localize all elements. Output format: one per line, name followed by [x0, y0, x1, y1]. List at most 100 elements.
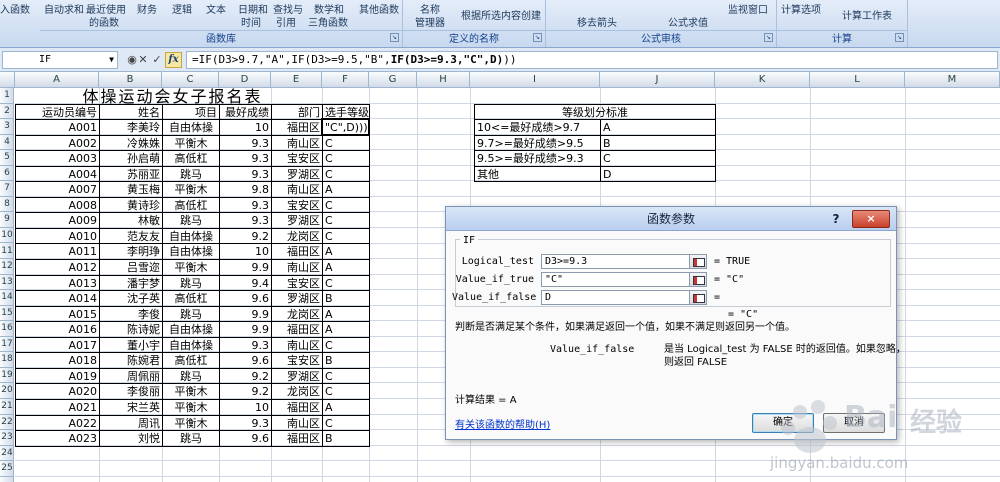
dialog-titlebar[interactable]: 函数参数 ? ×: [446, 207, 896, 231]
table-cell[interactable]: 高低杠: [163, 291, 220, 307]
table-cell[interactable]: A012: [16, 260, 100, 276]
row-header[interactable]: 10: [0, 228, 14, 244]
table-cell[interactable]: 潘宇梦: [100, 275, 163, 292]
grade-condition-cell[interactable]: 9.7>=最好成绩>9.5: [475, 135, 601, 152]
table-cell[interactable]: 南山区: [272, 182, 323, 198]
table-cell[interactable]: A021: [16, 399, 100, 416]
table-cell[interactable]: A008: [16, 197, 100, 214]
grade-condition-cell[interactable]: 9.5>=最好成绩>9.3: [475, 151, 601, 167]
collapse-dialog-icon[interactable]: [689, 272, 707, 287]
table-cell[interactable]: 平衡木: [163, 182, 220, 198]
table-cell[interactable]: 苏丽亚: [100, 166, 163, 183]
table-cell[interactable]: 9.9: [220, 306, 272, 323]
table-cell[interactable]: A013: [16, 275, 100, 292]
table-cell[interactable]: 南山区: [272, 260, 323, 276]
table-cell[interactable]: 南山区: [272, 135, 323, 152]
table-cell[interactable]: A004: [16, 166, 100, 183]
table-cell[interactable]: 自由体操: [163, 120, 220, 136]
table-cell[interactable]: 10: [220, 244, 272, 261]
column-header[interactable]: L: [810, 72, 905, 88]
row-header[interactable]: 6: [0, 166, 14, 182]
column-header[interactable]: F: [322, 72, 369, 88]
ribbon-item[interactable]: 计算工作表: [842, 7, 892, 22]
ribbon-item[interactable]: 自动求和: [44, 1, 84, 16]
row-header[interactable]: 20: [0, 383, 14, 399]
column-header[interactable]: E: [271, 72, 322, 88]
table-cell[interactable]: C: [323, 197, 370, 214]
function-help-link[interactable]: 有关该函数的帮助(H): [455, 416, 550, 431]
grade-condition-cell[interactable]: 10<=最好成绩>9.7: [475, 120, 601, 136]
row-header[interactable]: 9: [0, 212, 14, 228]
row-header[interactable]: 7: [0, 181, 14, 197]
table-cell[interactable]: A020: [16, 384, 100, 400]
table-cell[interactable]: 高低杠: [163, 151, 220, 167]
table-cell[interactable]: 9.3: [220, 415, 272, 432]
table-cell[interactable]: 跳马: [163, 368, 220, 385]
table-header-cell[interactable]: 运动员编号: [16, 104, 100, 121]
table-cell[interactable]: C: [323, 213, 370, 229]
ribbon-item[interactable]: 引用: [276, 14, 296, 29]
table-cell[interactable]: 周讯: [100, 415, 163, 432]
column-header[interactable]: G: [369, 72, 417, 88]
ribbon-item[interactable]: 计算选项: [781, 1, 821, 16]
table-cell[interactable]: 9.3: [220, 213, 272, 229]
column-header[interactable]: I: [470, 72, 600, 88]
table-cell[interactable]: 平衡木: [163, 415, 220, 432]
table-cell[interactable]: A011: [16, 244, 100, 261]
row-header[interactable]: 1: [0, 88, 14, 104]
row-header[interactable]: 15: [0, 306, 14, 322]
table-cell[interactable]: 跳马: [163, 306, 220, 323]
column-header[interactable]: B: [99, 72, 162, 88]
table-cell[interactable]: 李明琤: [100, 244, 163, 261]
row-header[interactable]: 12: [0, 259, 14, 275]
grade-letter-cell[interactable]: A: [601, 120, 716, 136]
table-cell[interactable]: A003: [16, 151, 100, 167]
insert-function-icon[interactable]: fx: [165, 52, 182, 68]
table-cell[interactable]: 宝安区: [272, 151, 323, 167]
table-cell[interactable]: 平衡木: [163, 135, 220, 152]
table-cell[interactable]: A: [323, 306, 370, 323]
row-header[interactable]: 5: [0, 150, 14, 166]
table-cell[interactable]: 周佩丽: [100, 368, 163, 385]
dialog-launcher-icon[interactable]: ↘: [390, 33, 399, 42]
argument-input[interactable]: D: [541, 290, 691, 305]
table-cell[interactable]: 宝安区: [272, 197, 323, 214]
ribbon-item[interactable]: 其他函数: [359, 1, 399, 16]
table-cell[interactable]: C: [323, 275, 370, 292]
table-cell[interactable]: 平衡木: [163, 260, 220, 276]
ribbon-item[interactable]: 入函数: [0, 1, 30, 16]
table-cell[interactable]: 龙岗区: [272, 306, 323, 323]
table-cell[interactable]: 高低杠: [163, 197, 220, 214]
table-cell[interactable]: A007: [16, 182, 100, 198]
table-cell[interactable]: 陈诗妮: [100, 322, 163, 338]
table-cell[interactable]: 罗湖区: [272, 291, 323, 307]
ribbon-item[interactable]: 监视窗口: [728, 1, 768, 16]
table-cell[interactable]: 跳马: [163, 166, 220, 183]
table-cell[interactable]: A018: [16, 353, 100, 369]
close-button[interactable]: ×: [852, 210, 890, 228]
table-cell[interactable]: A015: [16, 306, 100, 323]
column-header[interactable]: A: [15, 72, 99, 88]
table-cell[interactable]: 9.6: [220, 431, 272, 447]
table-cell[interactable]: 孙启萌: [100, 151, 163, 167]
table-cell[interactable]: 福田区: [272, 244, 323, 261]
table-cell[interactable]: 9.3: [220, 151, 272, 167]
table-header-cell[interactable]: 项目: [163, 104, 220, 121]
ribbon-item[interactable]: 文本: [206, 1, 226, 16]
row-header[interactable]: 17: [0, 337, 14, 353]
table-cell[interactable]: C: [323, 166, 370, 183]
table-cell[interactable]: 自由体操: [163, 322, 220, 338]
table-cell[interactable]: 9.3: [220, 197, 272, 214]
table-cell[interactable]: 陈婉君: [100, 353, 163, 369]
row-header[interactable]: 2: [0, 104, 14, 120]
table-cell[interactable]: A: [323, 244, 370, 261]
grade-condition-cell[interactable]: 其他: [475, 166, 601, 183]
row-header[interactable]: 18: [0, 352, 14, 368]
table-cell[interactable]: C: [323, 151, 370, 167]
table-cell[interactable]: 刘悦: [100, 431, 163, 447]
table-cell[interactable]: 9.3: [220, 166, 272, 183]
row-header[interactable]: 22: [0, 415, 14, 431]
dialog-launcher-icon[interactable]: ↘: [764, 33, 773, 42]
table-cell[interactable]: A010: [16, 228, 100, 245]
row-header[interactable]: 19: [0, 368, 14, 384]
